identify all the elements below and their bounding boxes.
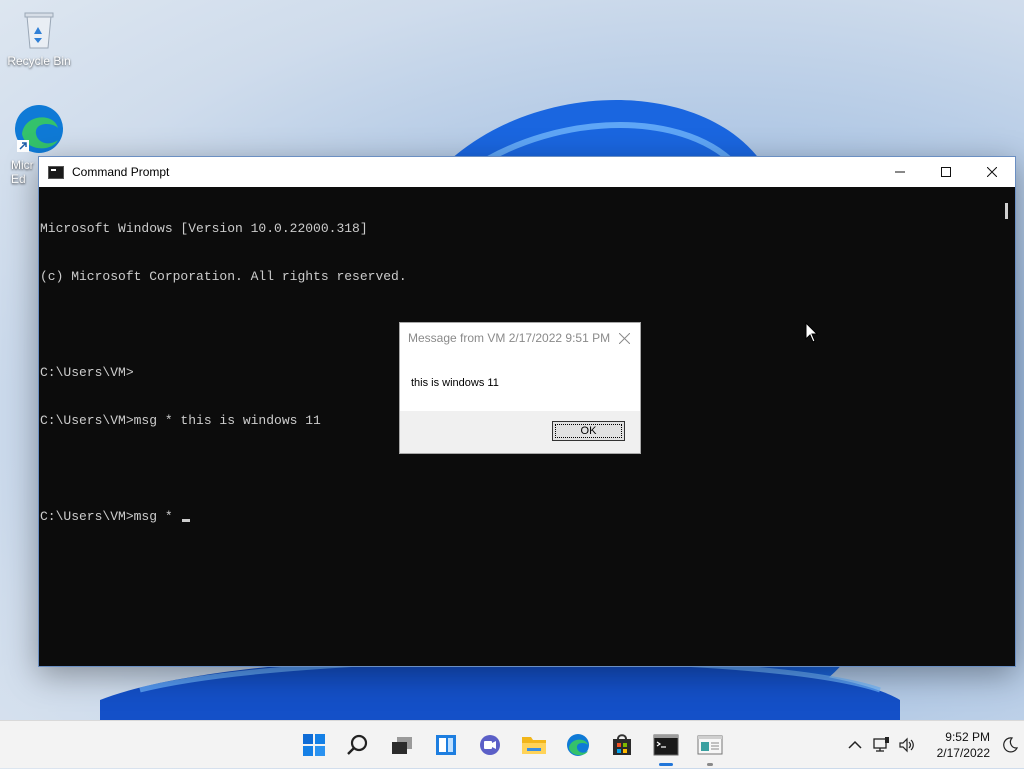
taskbar-clock[interactable]: 9:52 PM 2/17/2022 bbox=[920, 729, 990, 761]
desktop-icon-recycle-bin[interactable]: Recycle Bin bbox=[1, 10, 77, 68]
focus-assist-moon-icon bbox=[1003, 737, 1018, 753]
store-icon bbox=[613, 734, 631, 755]
system-tray: 9:52 PM 2/17/2022 bbox=[842, 721, 1024, 769]
text-cursor bbox=[182, 519, 191, 522]
notifications-button[interactable] bbox=[996, 737, 1024, 753]
notepad-icon bbox=[697, 735, 723, 755]
show-hidden-icons-button[interactable] bbox=[842, 721, 868, 769]
minimize-button[interactable] bbox=[877, 157, 923, 187]
command-prompt-icon bbox=[653, 734, 679, 756]
dialog-title: Message from VM 2/17/2022 9:51 PM bbox=[408, 331, 611, 345]
console-prompt-line: C:\Users\VM>msg * bbox=[40, 509, 997, 525]
task-view-icon bbox=[392, 737, 412, 754]
recycle-bin-icon bbox=[24, 12, 54, 49]
maximize-button[interactable] bbox=[923, 157, 969, 187]
command-prompt-taskbar-button[interactable] bbox=[644, 721, 688, 769]
chevron-up-icon bbox=[848, 740, 862, 749]
search-icon bbox=[347, 734, 368, 755]
dialog-message: this is windows 11 bbox=[411, 377, 499, 389]
start-button[interactable] bbox=[292, 721, 336, 769]
widgets-icon bbox=[436, 735, 456, 755]
network-icon bbox=[873, 737, 889, 752]
file-explorer-button[interactable] bbox=[512, 721, 556, 769]
desktop-icon-label: Recycle Bin bbox=[7, 54, 71, 68]
minimize-icon bbox=[895, 171, 905, 173]
window-titlebar[interactable]: Command Prompt bbox=[39, 157, 1015, 187]
console-line: Microsoft Windows [Version 10.0.22000.31… bbox=[40, 221, 368, 236]
task-view-button[interactable] bbox=[380, 721, 424, 769]
close-icon bbox=[618, 332, 630, 344]
mouse-pointer-icon bbox=[805, 322, 819, 343]
message-dialog[interactable]: Message from VM 2/17/2022 9:51 PM this i… bbox=[399, 322, 641, 454]
chat-icon bbox=[480, 735, 500, 755]
network-button[interactable] bbox=[868, 721, 894, 769]
file-explorer-icon bbox=[522, 737, 546, 754]
console-prompt-text: C:\Users\VM>msg * bbox=[40, 509, 181, 524]
window-title: Command Prompt bbox=[72, 165, 170, 179]
start-icon bbox=[303, 734, 325, 756]
clock-date: 2/17/2022 bbox=[936, 746, 990, 760]
search-button[interactable] bbox=[336, 721, 380, 769]
console-line: (c) Microsoft Corporation. All rights re… bbox=[40, 269, 407, 284]
edge-icon bbox=[567, 734, 589, 756]
command-prompt-app-icon bbox=[48, 165, 64, 179]
chat-button[interactable] bbox=[468, 721, 512, 769]
notepad-button[interactable] bbox=[688, 721, 732, 769]
close-button[interactable] bbox=[969, 157, 1015, 187]
close-icon bbox=[987, 167, 997, 177]
scrollbar-thumb[interactable] bbox=[1005, 203, 1008, 219]
edge-button[interactable] bbox=[556, 721, 600, 769]
dialog-titlebar[interactable]: Message from VM 2/17/2022 9:51 PM bbox=[400, 323, 640, 353]
edge-shortcut-icon bbox=[15, 105, 63, 153]
widgets-button[interactable] bbox=[424, 721, 468, 769]
active-window-indicator bbox=[659, 763, 673, 766]
volume-button[interactable] bbox=[894, 721, 920, 769]
store-button[interactable] bbox=[600, 721, 644, 769]
taskbar: 9:52 PM 2/17/2022 bbox=[0, 720, 1024, 768]
open-window-indicator bbox=[707, 763, 713, 766]
clock-time: 9:52 PM bbox=[945, 730, 990, 744]
ok-button[interactable]: OK bbox=[552, 421, 625, 441]
volume-icon bbox=[899, 737, 914, 753]
maximize-icon bbox=[941, 167, 951, 177]
console-scrollbar[interactable] bbox=[997, 187, 1015, 666]
dialog-close-button[interactable] bbox=[614, 328, 634, 348]
dialog-footer: OK bbox=[400, 411, 640, 453]
